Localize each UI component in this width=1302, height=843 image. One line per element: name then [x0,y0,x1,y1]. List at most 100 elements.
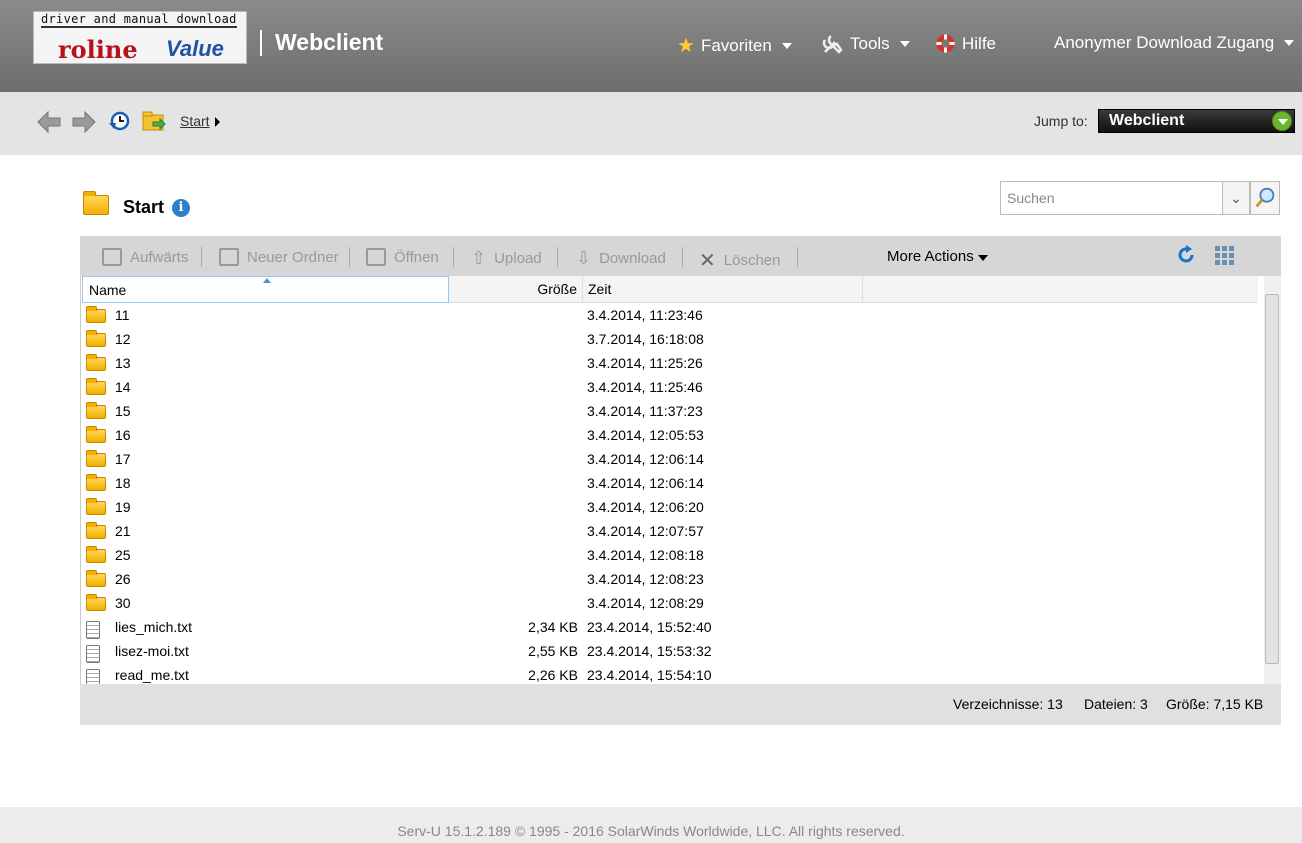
folder-row[interactable]: 18 3.4.2014, 12:06:14 [81,472,1257,496]
help-link[interactable]: Hilfe [935,33,996,54]
logo-value: Value [166,36,224,61]
row-time: 3.4.2014, 12:08:29 [587,595,704,611]
search-icon[interactable] [1250,181,1280,215]
row-time: 3.4.2014, 12:07:57 [587,523,704,539]
info-icon[interactable]: i [172,199,190,217]
up-button[interactable]: Aufwärts [102,248,188,266]
folder-row[interactable]: 16 3.4.2014, 12:05:53 [81,424,1257,448]
row-name: 30 [115,595,131,611]
folder-row[interactable]: 30 3.4.2014, 12:08:29 [81,592,1257,616]
folder-icon [86,378,106,395]
user-label: Anonymer Download Zugang [1054,33,1275,52]
chevron-down-icon [1284,40,1295,46]
file-list-header: Name Größe Zeit [82,276,1258,303]
row-name: lies_mich.txt [115,619,193,635]
scrollbar[interactable] [1264,276,1281,684]
breadcrumb-start[interactable]: Start [180,113,210,129]
column-header-time[interactable]: Zeit [583,276,863,303]
chevron-down-icon [899,41,910,47]
row-time: 3.4.2014, 12:05:53 [587,427,704,443]
text-file-icon [86,621,100,639]
folder-go-icon[interactable] [141,110,167,134]
row-name: 25 [115,547,131,563]
chevron-down-icon[interactable]: ⌄ [1222,181,1250,215]
row-time: 3.4.2014, 12:06:14 [587,451,704,467]
upload-button[interactable]: ⇧ Upload [471,248,542,269]
search-input[interactable]: Suchen [1000,181,1223,215]
download-label: Download [599,250,666,267]
tools-menu[interactable]: Tools [822,33,910,55]
grid-view-icon[interactable] [1215,246,1234,265]
toolbar-divider [557,247,558,267]
tools-label: Tools [850,34,890,53]
folder-icon [83,191,109,215]
wrench-icon [822,35,843,54]
row-time: 3.4.2014, 12:06:14 [587,475,704,491]
toolbar-divider [682,247,683,267]
dropdown-icon[interactable] [1272,111,1292,131]
folder-icon [86,522,106,539]
row-time: 23.4.2014, 15:54:10 [587,667,712,683]
folder-icon [86,498,106,515]
user-menu[interactable]: Anonymer Download Zugang [1054,33,1295,53]
row-name: read_me.txt [115,667,189,683]
folder-row[interactable]: 14 3.4.2014, 11:25:46 [81,376,1257,400]
more-actions-label: More Actions [887,248,974,265]
row-name: 12 [115,331,131,347]
row-name: 14 [115,379,131,395]
folder-row[interactable]: 17 3.4.2014, 12:06:14 [81,448,1257,472]
more-actions-button[interactable]: More Actions [887,248,988,265]
download-button[interactable]: ⇩ Download [576,248,666,269]
folder-row[interactable]: 13 3.4.2014, 11:25:26 [81,352,1257,376]
chevron-down-icon [781,42,792,49]
page-title: Start [123,197,165,217]
row-time: 3.4.2014, 12:06:20 [587,499,704,515]
favorites-menu[interactable]: ★ Favoriten [677,33,792,58]
folder-icon [86,354,106,371]
header-divider [260,30,262,56]
row-name: 18 [115,475,131,491]
folder-row[interactable]: 26 3.4.2014, 12:08:23 [81,568,1257,592]
column-header-name[interactable]: Name [82,276,449,303]
row-name: 11 [115,307,130,323]
scrollbar-thumb[interactable] [1265,294,1279,664]
row-name: 21 [115,523,131,539]
back-arrow-icon[interactable] [36,110,62,134]
row-name: lisez-moi.txt [115,643,189,659]
header-bar: driver and manual download roline Value … [0,0,1302,92]
row-name: 26 [115,571,131,587]
new-folder-button[interactable]: Neuer Ordner [219,248,339,266]
logo-brand: roline [58,35,138,64]
open-button[interactable]: Öffnen [366,248,439,266]
folder-row[interactable]: 25 3.4.2014, 12:08:18 [81,544,1257,568]
status-directories: Verzeichnisse: 13 [953,696,1063,712]
folder-row[interactable]: 21 3.4.2014, 12:07:57 [81,520,1257,544]
folder-row[interactable]: 19 3.4.2014, 12:06:20 [81,496,1257,520]
folder-icon [86,330,106,347]
refresh-icon[interactable] [1176,244,1196,266]
row-time: 23.4.2014, 15:53:32 [587,643,712,659]
file-row[interactable]: lies_mich.txt 2,34 KB 23.4.2014, 15:52:40 [81,616,1257,640]
roline-logo[interactable]: driver and manual download roline Value [33,11,247,64]
forward-arrow-icon[interactable] [71,110,97,134]
column-header-size[interactable]: Größe [449,276,583,303]
footer-copyright: Serv-U 15.1.2.189 © 1995 - 2016 SolarWin… [0,807,1302,843]
toolbar-divider [201,247,202,267]
row-size: 2,26 KB [528,667,578,683]
favorites-label: Favoriten [700,35,772,55]
folder-row[interactable]: 12 3.7.2014, 16:18:08 [81,328,1257,352]
chevron-down-icon [977,255,988,261]
folder-row[interactable]: 11 3.4.2014, 11:23:46 [81,304,1257,328]
folder-icon [86,546,106,563]
row-time: 3.4.2014, 11:23:46 [587,307,703,323]
delete-button[interactable]: ✕ Löschen [699,248,780,273]
jump-to-select[interactable]: Webclient [1098,109,1295,133]
file-row[interactable]: lisez-moi.txt 2,55 KB 23.4.2014, 15:53:32 [81,640,1257,664]
history-icon[interactable] [108,110,130,134]
row-name: 15 [115,403,131,419]
folder-row[interactable]: 15 3.4.2014, 11:37:23 [81,400,1257,424]
row-name: 19 [115,499,131,515]
row-time: 3.4.2014, 11:37:23 [587,403,703,419]
breadcrumb-arrow-icon [215,117,220,127]
folder-icon [86,402,106,419]
